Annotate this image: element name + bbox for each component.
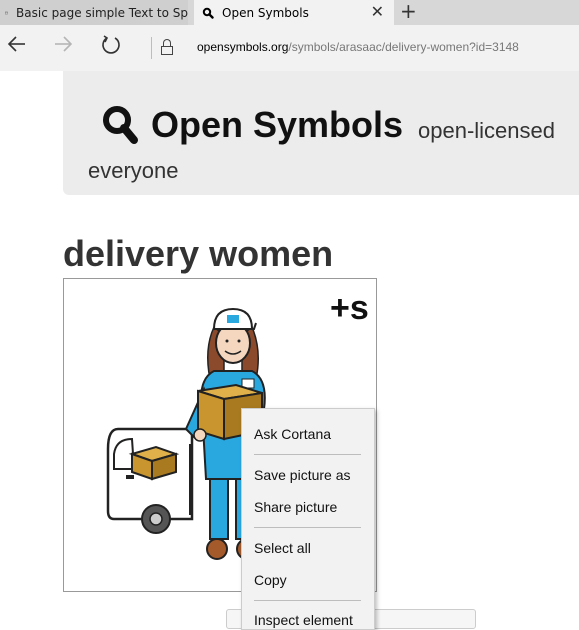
menu-item-share-picture[interactable]: Share picture bbox=[254, 499, 337, 515]
url-host: opensymbols.org bbox=[197, 40, 289, 54]
page-icon bbox=[5, 11, 8, 14]
toolbar-divider bbox=[151, 37, 152, 59]
tab-title: Basic page simple Text to Sp bbox=[16, 5, 188, 20]
new-tab-icon[interactable]: + bbox=[400, 0, 417, 23]
forward-arrow-icon[interactable] bbox=[52, 33, 74, 55]
menu-separator bbox=[254, 454, 361, 455]
context-menu: Ask Cortana Save picture as Share pictur… bbox=[241, 408, 375, 630]
site-tagline: open-licensed bbox=[418, 118, 555, 143]
back-arrow-icon[interactable] bbox=[6, 33, 28, 55]
menu-item-copy[interactable]: Copy bbox=[254, 572, 287, 588]
url-path: /symbols/arasaac/delivery-women?id=3148 bbox=[288, 40, 519, 54]
tab-basic-page[interactable]: Basic page simple Text to Sp bbox=[0, 0, 188, 25]
menu-item-save-picture-as[interactable]: Save picture as bbox=[254, 467, 351, 483]
site-name[interactable]: Open Symbols bbox=[151, 104, 403, 146]
url-field[interactable]: opensymbols.org/symbols/arasaac/delivery… bbox=[197, 40, 519, 54]
favicon-search-icon bbox=[202, 7, 214, 19]
action-button[interactable] bbox=[372, 609, 476, 629]
lock-icon[interactable] bbox=[161, 39, 173, 55]
refresh-icon[interactable] bbox=[100, 33, 122, 55]
address-bar: opensymbols.org/symbols/arasaac/delivery… bbox=[0, 25, 579, 71]
menu-separator bbox=[254, 600, 361, 601]
tab-open-symbols[interactable]: Open Symbols ✕ bbox=[194, 0, 394, 25]
tab-title: Open Symbols bbox=[222, 5, 309, 20]
menu-item-inspect-element[interactable]: Inspect element bbox=[254, 612, 353, 628]
menu-item-ask-cortana[interactable]: Ask Cortana bbox=[254, 426, 331, 442]
menu-item-select-all[interactable]: Select all bbox=[254, 540, 311, 556]
close-icon[interactable]: ✕ bbox=[371, 2, 384, 21]
site-tagline-continued: everyone bbox=[88, 158, 179, 183]
tab-strip: Basic page simple Text to Sp Open Symbol… bbox=[0, 0, 579, 25]
search-logo-icon[interactable] bbox=[100, 104, 140, 146]
page-title: delivery women bbox=[63, 233, 334, 274]
menu-separator bbox=[254, 527, 361, 528]
symbol-badge: +s bbox=[330, 289, 369, 327]
